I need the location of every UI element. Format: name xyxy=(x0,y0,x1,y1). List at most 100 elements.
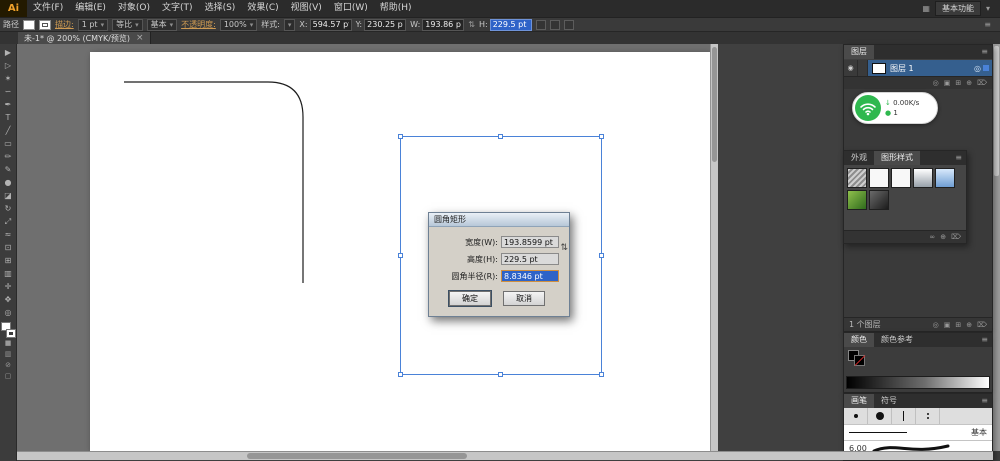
menu-select[interactable]: 选择(S) xyxy=(199,0,242,17)
style-swatch-white[interactable] xyxy=(869,168,889,188)
new-layer-icon[interactable]: ⊕ xyxy=(966,321,972,329)
artboard[interactable] xyxy=(90,52,710,451)
lock-cell[interactable] xyxy=(858,60,868,76)
fill-stroke-swatches[interactable] xyxy=(0,322,16,338)
link-dimensions-icon[interactable]: ⇅ xyxy=(560,243,568,253)
zoom-tool[interactable]: ◎ xyxy=(1,306,16,319)
layer-row[interactable]: ◉ 图层 1 ◎ xyxy=(844,60,992,76)
pen-tool[interactable]: ✒ xyxy=(1,98,16,111)
document-tab[interactable]: 未-1* @ 200% (CMYK/预览) × xyxy=(18,32,151,44)
radius-input[interactable] xyxy=(501,270,559,282)
selection-handle[interactable] xyxy=(599,134,604,139)
magic-wand-tool[interactable]: ✶ xyxy=(1,72,16,85)
paintbrush-tool[interactable]: ✏ xyxy=(1,150,16,163)
selection-handle[interactable] xyxy=(498,372,503,377)
rotate-tool[interactable]: ↻ xyxy=(1,202,16,215)
panel-menu-icon[interactable]: ≡ xyxy=(977,333,992,347)
type-tool[interactable]: T xyxy=(1,111,16,124)
transform-icon[interactable] xyxy=(563,19,574,30)
cancel-button[interactable]: 取消 xyxy=(503,291,545,306)
scale-tool[interactable]: ⤢ xyxy=(1,215,16,228)
shape-builder-tool[interactable]: ⊞ xyxy=(1,254,16,267)
stroke-swatch[interactable] xyxy=(5,329,16,338)
layer-name[interactable]: 图层 1 xyxy=(890,63,972,74)
color-mode-button[interactable]: ■ xyxy=(1,338,16,349)
style-swatch-dark[interactable] xyxy=(869,190,889,210)
locate-object-icon[interactable]: ◎ xyxy=(933,321,939,329)
canvas-vertical-scrollbar[interactable] xyxy=(710,44,718,451)
menu-type[interactable]: 文字(T) xyxy=(156,0,199,17)
w-input[interactable] xyxy=(422,18,465,31)
opacity-dropdown[interactable]: 100% ▾ xyxy=(219,18,258,31)
selection-handle[interactable] xyxy=(398,134,403,139)
tab-brushes[interactable]: 画笔 xyxy=(844,394,874,408)
selection-handle[interactable] xyxy=(599,372,604,377)
eraser-tool[interactable]: ◪ xyxy=(1,189,16,202)
locate-object-icon[interactable]: ◎ xyxy=(933,79,939,87)
scrollbar-thumb[interactable] xyxy=(247,453,467,459)
new-layer-icon[interactable]: ⊕ xyxy=(966,79,972,87)
width-profile-dropdown[interactable]: 等比 ▾ xyxy=(112,18,143,31)
new-style-icon[interactable]: ⊕ xyxy=(940,233,946,241)
none-mode-button[interactable]: ⊘ xyxy=(1,360,16,371)
brush-row-basic[interactable]: 基本 xyxy=(844,425,992,441)
brush-item-large-dot[interactable] xyxy=(868,408,892,424)
brush-item-scatter-dots[interactable] xyxy=(916,408,940,424)
eyedropper-tool[interactable]: ✛ xyxy=(1,280,16,293)
fill-color-swatch[interactable] xyxy=(23,19,35,30)
gradient-tool[interactable]: ▥ xyxy=(1,267,16,280)
clipping-mask-icon[interactable]: ▣ xyxy=(944,321,951,329)
unlink-style-icon[interactable]: ∞ xyxy=(929,233,935,241)
tab-graphic-styles[interactable]: 图形样式 xyxy=(874,151,920,165)
workspace-switcher[interactable]: 基本功能 xyxy=(934,1,981,16)
style-swatch-green[interactable] xyxy=(847,190,867,210)
target-icon[interactable]: ◎ xyxy=(972,64,983,73)
menu-file[interactable]: 文件(F) xyxy=(27,0,69,17)
trash-icon[interactable]: ⌦ xyxy=(977,79,987,87)
layer-thumbnail[interactable] xyxy=(872,62,886,74)
tab-layers[interactable]: 图层 xyxy=(844,45,874,59)
trash-icon[interactable]: ⌦ xyxy=(951,233,961,241)
menu-help[interactable]: 帮助(H) xyxy=(374,0,418,17)
stroke-panel-link[interactable]: 描边: xyxy=(55,19,74,30)
tab-color[interactable]: 颜色 xyxy=(844,333,874,347)
rectangle-tool[interactable]: ▭ xyxy=(1,137,16,150)
new-sublayer-icon[interactable]: ⊞ xyxy=(955,79,961,87)
ok-button[interactable]: 确定 xyxy=(449,291,491,306)
trash-icon[interactable]: ⌦ xyxy=(977,321,987,329)
eye-icon[interactable]: ◉ xyxy=(844,60,858,76)
free-transform-tool[interactable]: ⊡ xyxy=(1,241,16,254)
selection-handle[interactable] xyxy=(398,252,403,258)
selection-handle[interactable] xyxy=(398,372,403,377)
blob-brush-tool[interactable]: ● xyxy=(1,176,16,189)
selection-color-proxy[interactable] xyxy=(983,65,989,71)
scrollbar-thumb[interactable] xyxy=(712,47,717,162)
stroke-weight-dropdown[interactable]: 1 pt ▾ xyxy=(77,18,109,31)
canvas[interactable] xyxy=(17,44,718,451)
hand-tool[interactable]: ✥ xyxy=(1,293,16,306)
menu-view[interactable]: 视图(V) xyxy=(285,0,328,17)
panel-menu-icon[interactable]: ≡ xyxy=(984,20,991,29)
color-spectrum-ramp[interactable] xyxy=(846,376,990,389)
dock-scrollbar[interactable] xyxy=(993,44,1000,451)
align-vertical-icon[interactable] xyxy=(549,19,560,30)
width-input[interactable] xyxy=(501,236,559,248)
style-swatch-fade[interactable] xyxy=(913,168,933,188)
network-speed-widget[interactable]: ↓ 0.00K/s ● 1 xyxy=(852,92,938,124)
gradient-mode-button[interactable]: ▥ xyxy=(1,349,16,360)
new-sublayer-icon[interactable]: ⊞ xyxy=(955,321,961,329)
brush-item-vertical-line[interactable] xyxy=(892,408,916,424)
brush-definition-dropdown[interactable]: 基本 ▾ xyxy=(146,18,178,31)
link-dimensions-icon[interactable]: ⇅ xyxy=(468,20,475,29)
opacity-link[interactable]: 不透明度: xyxy=(181,19,216,30)
style-dropdown[interactable]: ▾ xyxy=(283,18,296,31)
selection-tool[interactable]: ▶ xyxy=(1,46,16,59)
direct-selection-tool[interactable]: ▷ xyxy=(1,59,16,72)
pencil-tool[interactable]: ✎ xyxy=(1,163,16,176)
style-swatch-white[interactable] xyxy=(891,168,911,188)
y-input[interactable] xyxy=(364,18,407,31)
line-segment-tool[interactable]: ╱ xyxy=(1,124,16,137)
menu-window[interactable]: 窗口(W) xyxy=(328,0,374,17)
align-horizontal-icon[interactable] xyxy=(535,19,546,30)
wifi-icon[interactable] xyxy=(855,95,881,121)
